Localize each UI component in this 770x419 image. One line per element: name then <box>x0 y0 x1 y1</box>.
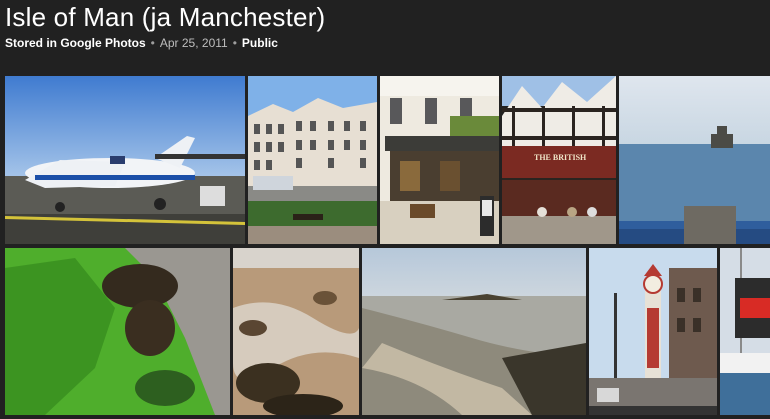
storage-label: Stored in Google Photos <box>5 36 146 50</box>
photo-harbour-boat[interactable] <box>720 248 770 415</box>
photo-pub-facade[interactable] <box>380 76 499 244</box>
photo-airplane[interactable] <box>5 76 245 244</box>
pub-sign-text: THE BRITISH <box>534 153 587 162</box>
photo-street-buildings[interactable] <box>248 76 377 244</box>
album-title: Isle of Man (ja Manchester) <box>5 2 326 32</box>
meta-separator: • <box>150 36 155 50</box>
photo-sea-tower[interactable] <box>619 76 770 244</box>
photo-low-tide-beach[interactable] <box>362 248 586 415</box>
photo-clock-tower[interactable] <box>589 248 717 415</box>
photo-green-seaweed[interactable] <box>5 248 230 415</box>
album-meta: Stored in Google Photos • Apr 25, 2011 • Pub… <box>5 35 278 51</box>
visibility-label: Public <box>241 36 278 50</box>
album-date: Apr 25, 2011 <box>159 36 228 50</box>
photo-british-pub[interactable]: THE BRITISH <box>502 76 616 244</box>
meta-separator: • <box>232 36 237 50</box>
photo-rock-pools[interactable] <box>233 248 359 415</box>
